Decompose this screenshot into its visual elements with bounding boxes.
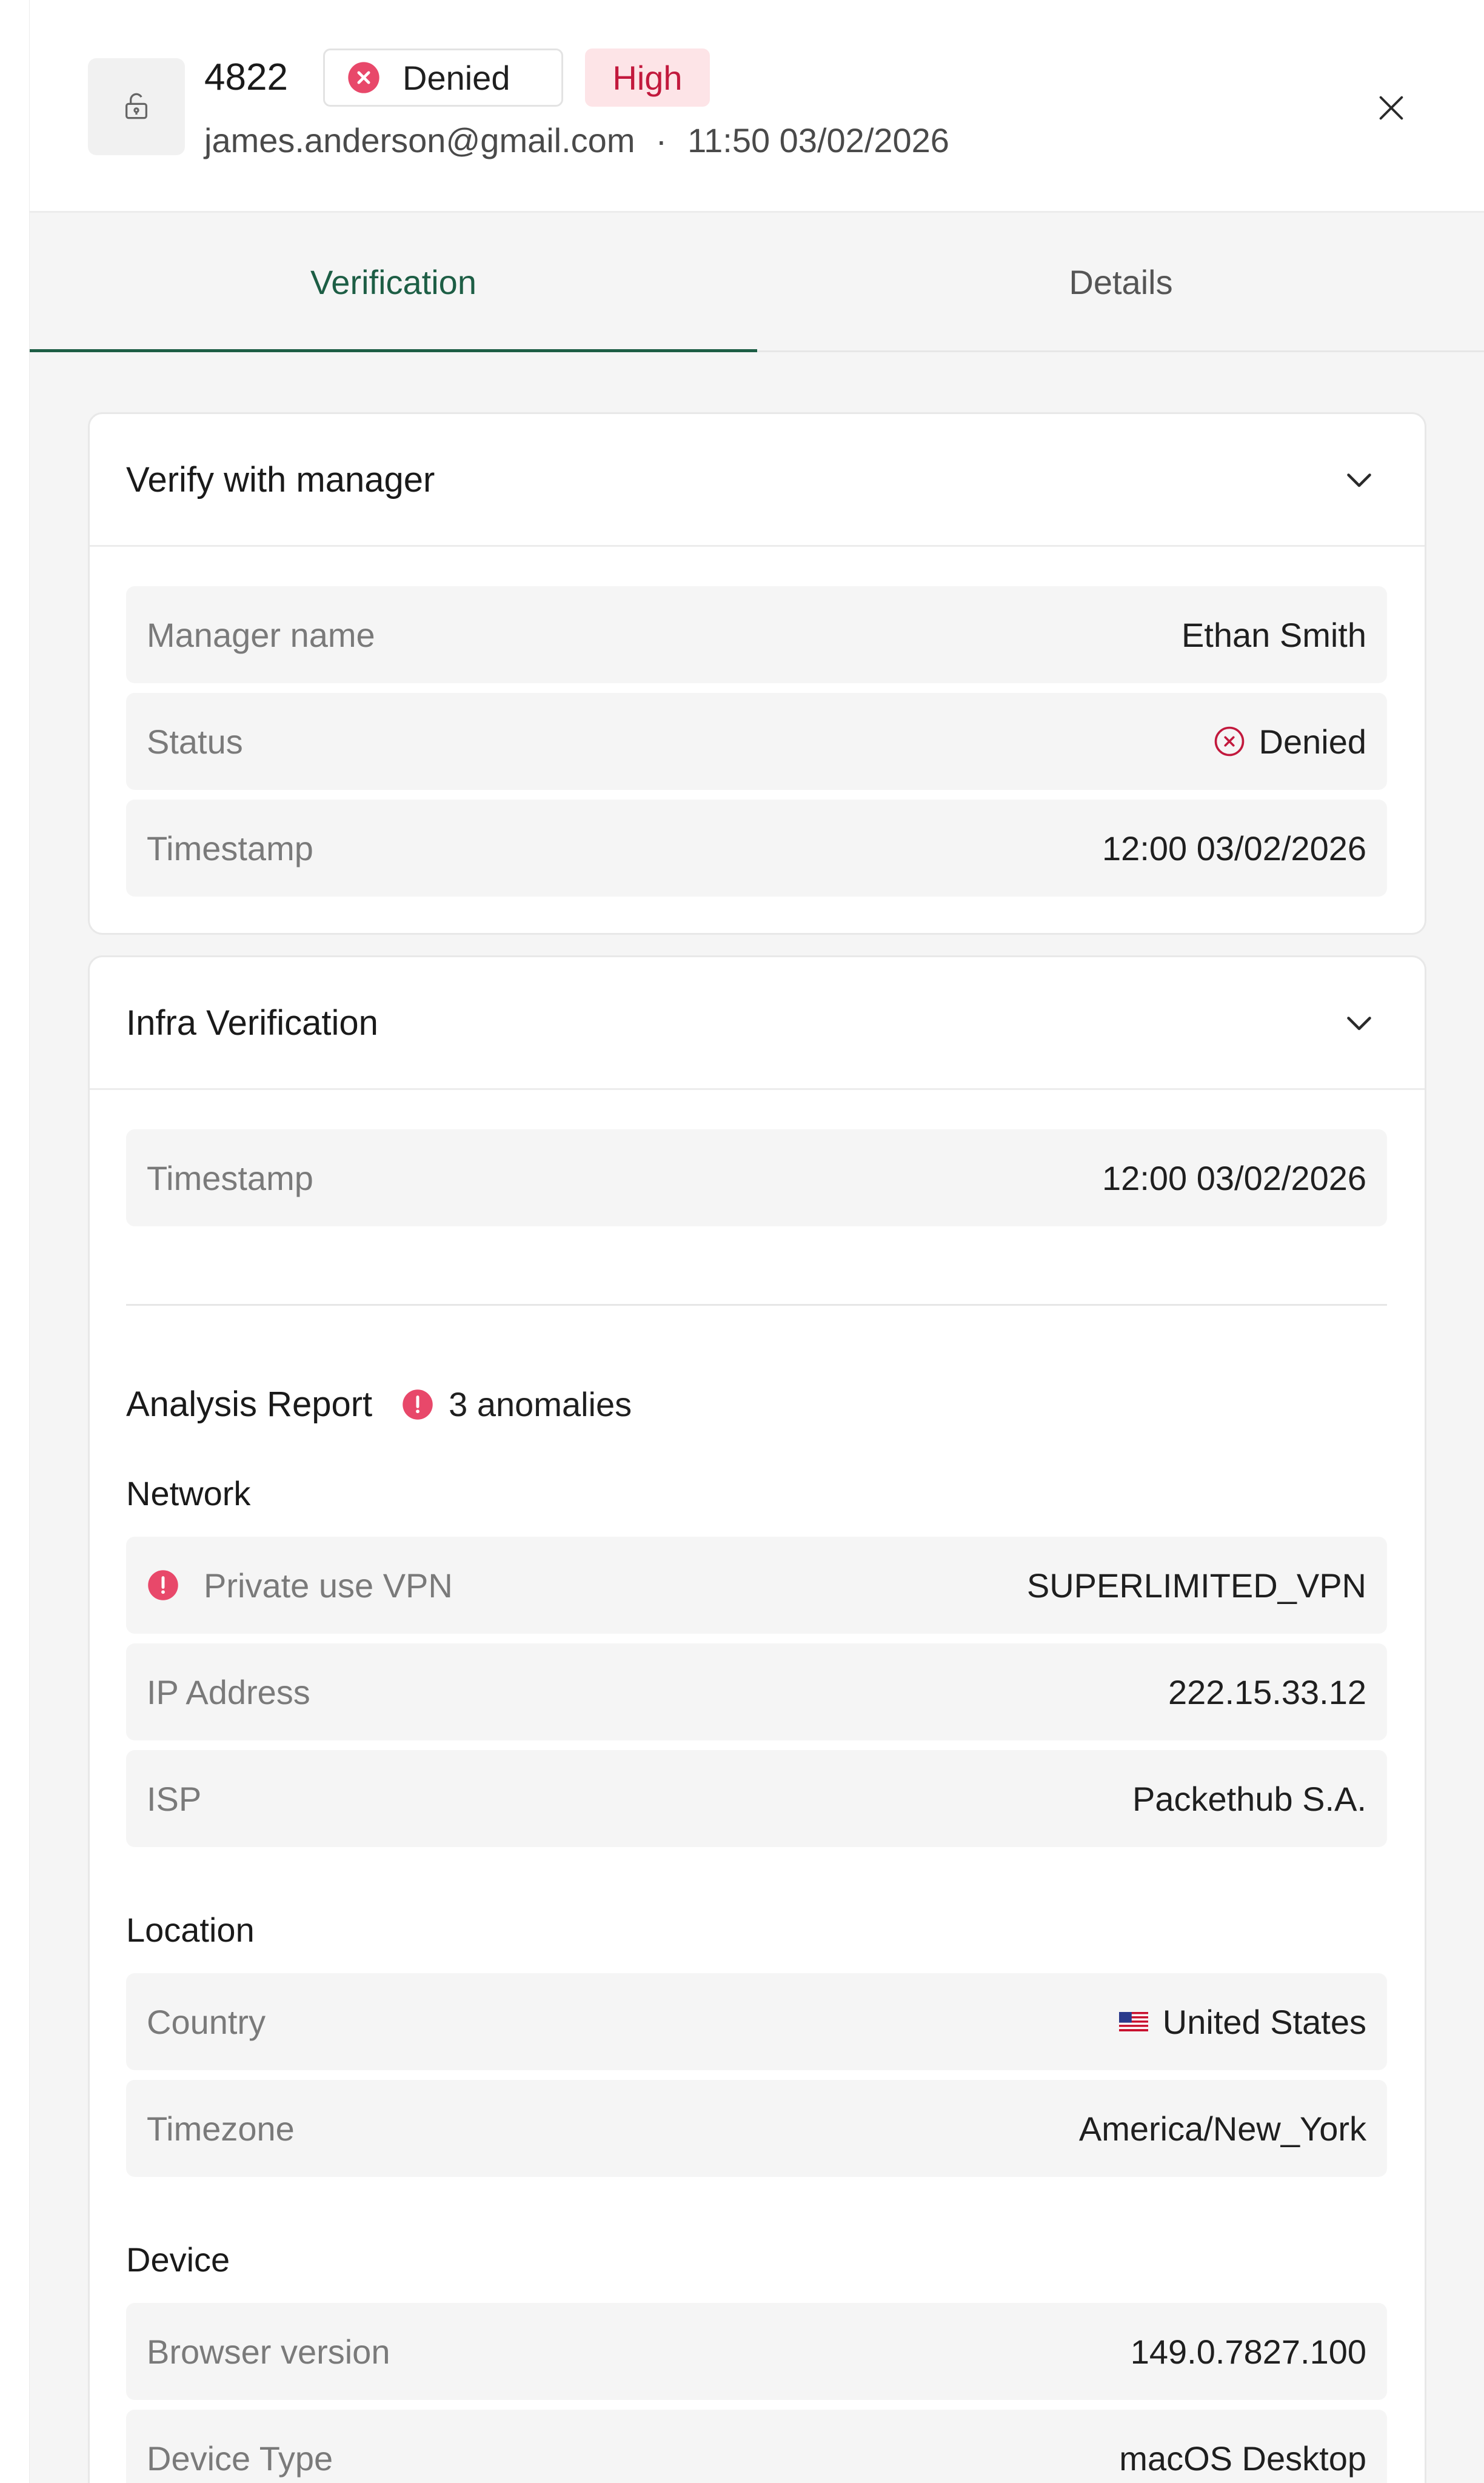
- card-title: Infra Verification: [126, 1003, 378, 1043]
- active-tab-indicator: [30, 349, 757, 352]
- device-type-row: Device Type macOS Desktop: [126, 2410, 1387, 2483]
- row-value: 222.15.33.12: [1168, 1673, 1366, 1711]
- row-value: Ethan Smith: [1181, 615, 1366, 654]
- request-detail-panel: 4822 Denied High james.anderson@gmail.co…: [29, 0, 1484, 2483]
- row-label: Timezone: [147, 2109, 295, 2148]
- request-meta: james.anderson@gmail.com · 11:50 03/02/202…: [204, 119, 949, 162]
- isp-row: ISP Packethub S.A.: [126, 1750, 1387, 1847]
- row-value: 12:00 03/02/2026: [1102, 829, 1366, 867]
- close-button[interactable]: [1366, 82, 1417, 133]
- alert-icon: [403, 1389, 433, 1420]
- chevron-down-icon[interactable]: [1341, 461, 1377, 498]
- lock-icon: [88, 58, 185, 155]
- card-title: Verify with manager: [126, 460, 435, 500]
- severity-badge: High: [585, 48, 710, 107]
- us-flag-icon: [1118, 2012, 1148, 2031]
- section-divider: [126, 1304, 1387, 1306]
- requester-email: james.anderson@gmail.com: [204, 121, 635, 159]
- close-icon: [1379, 96, 1403, 120]
- anomaly-count: 3 anomalies: [401, 1385, 632, 1424]
- denied-outline-icon: [1214, 726, 1244, 757]
- browser-version-row: Browser version 149.0.7827.100: [126, 2303, 1387, 2400]
- ip-address-row: IP Address 222.15.33.12: [126, 1643, 1387, 1740]
- location-heading: Location: [126, 1911, 255, 1949]
- row-value: SUPERLIMITED_VPN: [1026, 1566, 1366, 1605]
- row-value: macOS Desktop: [1119, 2439, 1366, 2478]
- meta-separator: ·: [655, 121, 667, 159]
- panel-header: 4822 Denied High james.anderson@gmail.co…: [30, 0, 1484, 213]
- status-value: Denied: [1213, 722, 1366, 761]
- row-label: ISP: [147, 1779, 202, 1818]
- row-value: United States: [1162, 2002, 1366, 2041]
- row-label: Timestamp: [147, 1158, 313, 1197]
- manager-status-row: Status Denied: [126, 693, 1387, 790]
- row-value: Denied: [1258, 722, 1366, 761]
- anomaly-count-label: 3 anomalies: [449, 1385, 632, 1423]
- denied-icon: [348, 62, 379, 93]
- row-value: 149.0.7827.100: [1130, 2332, 1366, 2371]
- row-label: Browser version: [147, 2332, 390, 2371]
- report-title: Analysis Report: [126, 1385, 373, 1424]
- chevron-down-icon[interactable]: [1341, 1004, 1377, 1041]
- request-time: 11:50 03/02/2026: [687, 121, 949, 159]
- row-label: IP Address: [147, 1673, 310, 1711]
- timezone-row: Timezone America/New_York: [126, 2080, 1387, 2177]
- manager-timestamp-row: Timestamp 12:00 03/02/2026: [126, 800, 1387, 897]
- network-heading: Network: [126, 1474, 251, 1512]
- row-label-with-alert: Private use VPN: [147, 1566, 453, 1605]
- manager-verification-card: Verify with manager Manager name Ethan S…: [88, 412, 1426, 935]
- row-label: Status: [147, 722, 243, 761]
- infra-verification-card: Infra Verification Timestamp 12:00 03/02…: [88, 955, 1426, 2483]
- row-label: Country: [147, 2002, 266, 2041]
- row-label: Manager name: [147, 615, 375, 654]
- tab-verification[interactable]: Verification: [30, 211, 757, 353]
- tab-bar: Verification Details: [30, 211, 1484, 353]
- manager-card-header[interactable]: Verify with manager: [90, 414, 1425, 547]
- status-badge: Denied: [323, 48, 563, 107]
- request-id: 4822: [204, 56, 288, 98]
- infra-card-header[interactable]: Infra Verification: [90, 957, 1425, 1090]
- row-value: America/New_York: [1078, 2109, 1366, 2148]
- row-value: 12:00 03/02/2026: [1102, 1158, 1366, 1197]
- row-label: Device Type: [147, 2439, 333, 2478]
- manager-name-row: Manager name Ethan Smith: [126, 586, 1387, 683]
- alert-icon: [148, 1570, 178, 1600]
- infra-timestamp-row: Timestamp 12:00 03/02/2026: [126, 1129, 1387, 1226]
- country-row: Country United States: [126, 1973, 1387, 2070]
- row-label: Private use VPN: [204, 1566, 453, 1605]
- status-badge-label: Denied: [403, 58, 510, 97]
- tab-details[interactable]: Details: [757, 211, 1484, 353]
- analysis-report-heading: Analysis Report 3 anomalies: [126, 1384, 632, 1425]
- device-heading: Device: [126, 2241, 230, 2279]
- row-value: Packethub S.A.: [1132, 1779, 1366, 1818]
- row-label: Timestamp: [147, 829, 313, 867]
- vpn-row: Private use VPN SUPERLIMITED_VPN: [126, 1537, 1387, 1634]
- country-value: United States: [1118, 2002, 1366, 2042]
